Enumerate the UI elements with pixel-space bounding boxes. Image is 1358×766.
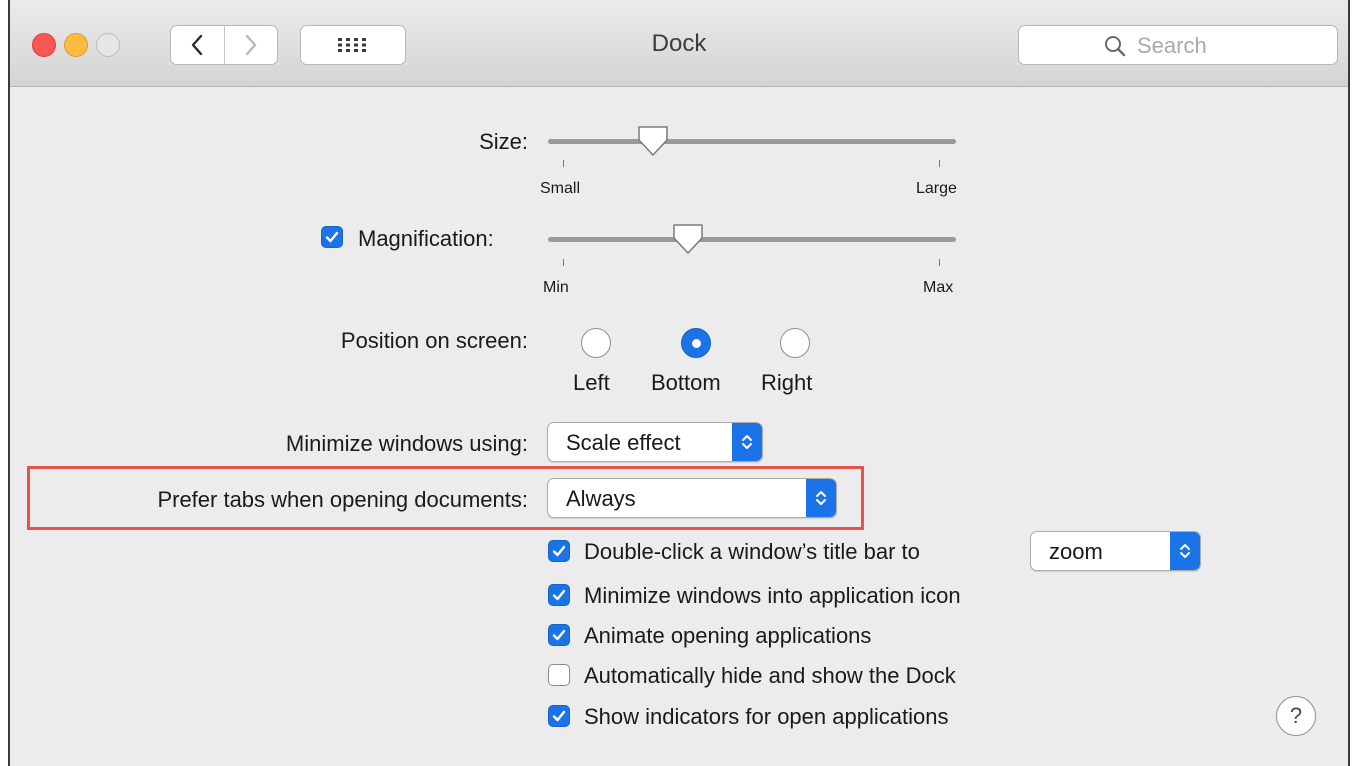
search-field[interactable]: Search bbox=[1018, 25, 1338, 65]
show-indicators-checkbox[interactable] bbox=[548, 705, 570, 727]
double-click-action-value: zoom bbox=[1049, 539, 1103, 564]
minimize-effect-value: Scale effect bbox=[566, 430, 681, 455]
checkmark-icon bbox=[552, 629, 566, 641]
popup-stepper-icon bbox=[806, 479, 836, 517]
size-slider-track[interactable] bbox=[548, 139, 956, 144]
double-click-label: Double-click a window’s title bar to bbox=[584, 539, 920, 564]
size-max-label: Large bbox=[916, 180, 957, 197]
magnification-label: Magnification: bbox=[358, 226, 494, 251]
search-placeholder: Search bbox=[1137, 33, 1207, 58]
animate-opening-checkbox[interactable] bbox=[548, 624, 570, 646]
search-icon bbox=[1105, 36, 1126, 57]
animate-opening-label: Animate opening applications bbox=[584, 623, 872, 648]
minimize-into-icon-label: Minimize windows into application icon bbox=[584, 583, 961, 608]
position-label: Position on screen: bbox=[340, 328, 528, 353]
checkmark-icon bbox=[552, 545, 566, 557]
popup-stepper-icon bbox=[732, 423, 762, 461]
magnification-min-label: Min bbox=[543, 279, 569, 296]
size-min-label: Small bbox=[540, 180, 581, 197]
magnification-max-label: Max bbox=[923, 279, 954, 296]
checkmark-icon bbox=[552, 710, 566, 722]
minimize-into-icon-checkbox[interactable] bbox=[548, 584, 570, 606]
minimize-effect-popup[interactable]: Scale effect bbox=[547, 422, 763, 462]
position-right-radio[interactable] bbox=[780, 328, 810, 358]
size-tick-max bbox=[939, 160, 940, 167]
magnification-tick-min bbox=[563, 259, 564, 266]
position-bottom-radio[interactable] bbox=[681, 328, 711, 358]
double-click-checkbox[interactable] bbox=[548, 540, 570, 562]
magnification-slider-thumb[interactable] bbox=[671, 222, 705, 256]
help-button[interactable]: ? bbox=[1276, 696, 1316, 736]
show-indicators-label: Show indicators for open applications bbox=[584, 704, 949, 729]
magnification-slider-track[interactable] bbox=[548, 237, 956, 242]
size-slider-thumb[interactable] bbox=[636, 124, 670, 158]
magnification-checkbox[interactable] bbox=[321, 226, 343, 248]
position-left-radio[interactable] bbox=[581, 328, 611, 358]
autohide-dock-checkbox[interactable] bbox=[548, 664, 570, 686]
title-bar: Dock Search bbox=[10, 0, 1348, 87]
checkmark-icon bbox=[552, 589, 566, 601]
autohide-dock-label: Automatically hide and show the Dock bbox=[584, 663, 956, 688]
magnification-tick-max bbox=[939, 259, 940, 266]
size-tick-min bbox=[563, 160, 564, 167]
position-bottom-label: Bottom bbox=[651, 370, 721, 395]
prefer-tabs-popup[interactable]: Always bbox=[547, 478, 837, 518]
position-right-label: Right bbox=[761, 370, 813, 395]
position-left-label: Left bbox=[573, 370, 610, 395]
double-click-action-popup[interactable]: zoom bbox=[1030, 531, 1201, 571]
minimize-using-label: Minimize windows using: bbox=[285, 431, 528, 456]
prefer-tabs-value: Always bbox=[566, 486, 636, 511]
system-preferences-window: Dock Search Size: Small Large Magnificat… bbox=[8, 0, 1350, 766]
popup-stepper-icon bbox=[1170, 532, 1200, 570]
size-label: Size: bbox=[479, 129, 528, 154]
checkmark-icon bbox=[325, 231, 339, 243]
prefer-tabs-label: Prefer tabs when opening documents: bbox=[157, 487, 528, 512]
